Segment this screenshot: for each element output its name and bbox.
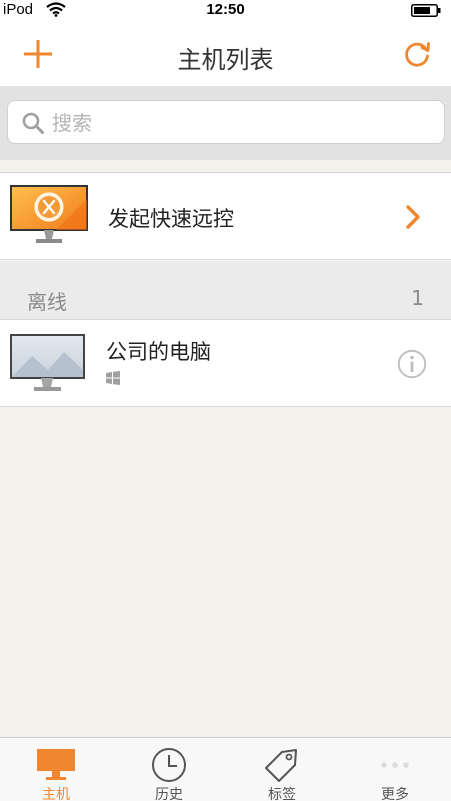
page-title: 主机列表 [177,46,274,74]
battery-icon [411,4,441,17]
quick-remote-monitor-icon [10,185,88,243]
tab-tags[interactable]: 标签 [226,738,338,801]
host-list-item[interactable]: 公司的电脑 [0,319,451,407]
tag-icon [265,749,297,782]
host-name: 公司的电脑 [106,340,211,364]
windows-icon [106,371,120,385]
status-time: 12:50 [206,1,245,18]
section-title: 离线 [27,290,67,314]
tab-label: 更多 [381,787,409,801]
tab-hosts[interactable]: 主机 [0,738,112,801]
search-input[interactable] [52,107,432,139]
monitor-icon [37,749,75,780]
tab-history[interactable]: 历史 [113,738,225,801]
tab-label: 历史 [155,787,183,801]
section-header-offline: 离线 1 [0,261,451,319]
tab-label: 主机 [42,787,70,801]
info-icon[interactable] [397,349,427,379]
status-bar: iPod 12:50 [0,0,451,20]
chevron-right-icon [406,205,420,229]
tab-label: 标签 [268,787,296,801]
more-icon [381,762,409,768]
clock-icon [152,748,186,782]
refresh-icon[interactable] [401,38,433,70]
quick-remote-row[interactable]: 发起快速远控 [0,172,451,260]
tab-more[interactable]: 更多 [339,738,451,801]
section-count: 1 [411,286,424,310]
search-icon [22,112,44,134]
quick-remote-label: 发起快速远控 [108,207,234,231]
search-area [0,86,451,160]
tab-bar: 主机 历史 标签 更多 [0,737,451,801]
computer-monitor-icon [10,334,85,391]
search-box[interactable] [7,100,445,144]
nav-bar: 主机列表 [0,20,451,86]
